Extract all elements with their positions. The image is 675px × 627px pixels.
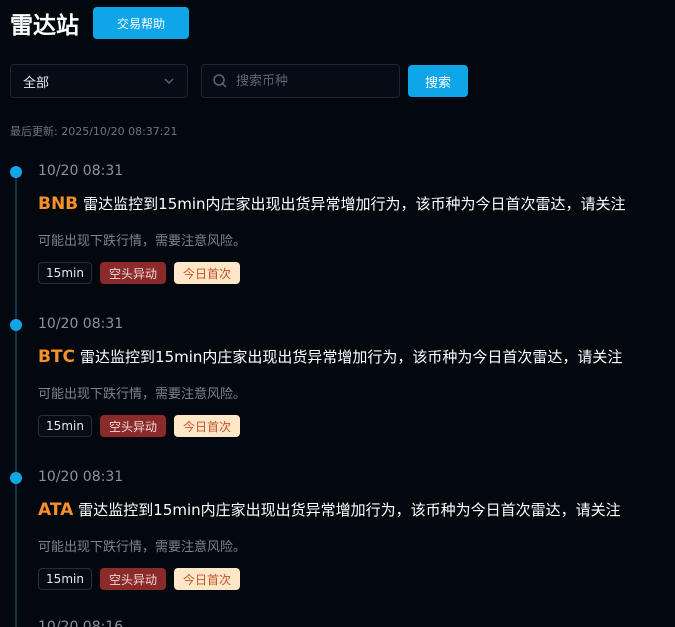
entry-risk-note: 可能出现下跌行情，需要注意风险。 <box>38 540 247 555</box>
first-today-tag: 今日首次 <box>174 262 240 284</box>
interval-tag: 15min <box>38 262 92 284</box>
coin-symbol[interactable]: BNB <box>38 194 78 214</box>
entry-message-line: ATA 雷达监控到15min内庄家出现出货异常增加行为，该币种为今日首次雷达，请关… <box>38 499 621 520</box>
page-title: 雷达站 <box>10 13 79 39</box>
search-input[interactable] <box>236 66 406 96</box>
search-button[interactable]: 搜索 <box>408 65 468 97</box>
entry-message: 雷达监控到15min内庄家出现出货异常增加行为，该币种为今日首次雷达，请关注 <box>78 501 621 519</box>
short-alert-tag: 空头异动 <box>100 415 166 437</box>
interval-tag: 15min <box>38 568 92 590</box>
timeline-dot <box>10 472 22 484</box>
entry-time: 10/20 08:31 <box>38 469 124 485</box>
header: 雷达站 交易帮助 <box>10 7 189 39</box>
entry-risk-note: 可能出现下跌行情，需要注意风险。 <box>38 234 247 249</box>
category-select-value: 全部 <box>23 75 50 91</box>
timeline-entry: 10/20 08:31 BNB 雷达监控到15min内庄家出现出货异常增加行为，该… <box>0 160 675 313</box>
entry-message-line: BNB 雷达监控到15min内庄家出现出货异常增加行为，该币种为今日首次雷达，请关… <box>38 193 626 214</box>
trade-help-button[interactable]: 交易帮助 <box>93 7 189 39</box>
last-updated-text: 最后更新: 2025/10/20 08:37:21 <box>10 125 178 138</box>
timeline-dot <box>10 319 22 331</box>
entry-message: 雷达监控到15min内庄家出现出货异常增加行为，该币种为今日首次雷达，请关注 <box>80 348 623 366</box>
short-alert-tag: 空头异动 <box>100 568 166 590</box>
coin-symbol[interactable]: ATA <box>38 500 73 520</box>
entry-tags: 15min 空头异动 今日首次 <box>38 262 248 284</box>
entry-risk-note: 可能出现下跌行情，需要注意风险。 <box>38 387 247 402</box>
entry-message-line: BTC 雷达监控到15min内庄家出现出货异常增加行为，该币种为今日首次雷达，请关… <box>38 346 622 367</box>
filter-bar: 全部 搜索 <box>10 63 468 99</box>
entry-time: 10/20 08:31 <box>38 316 124 332</box>
entry-time: 10/20 08:31 <box>38 163 124 179</box>
first-today-tag: 今日首次 <box>174 415 240 437</box>
short-alert-tag: 空头异动 <box>100 262 166 284</box>
interval-tag: 15min <box>38 415 92 437</box>
timeline-entry: 10/20 08:31 BTC 雷达监控到15min内庄家出现出货异常增加行为，该… <box>0 313 675 466</box>
timeline-dot <box>10 166 22 178</box>
radar-timeline: 10/20 08:31 BNB 雷达监控到15min内庄家出现出货异常增加行为，该… <box>0 160 675 627</box>
entry-tags: 15min 空头异动 今日首次 <box>38 415 248 437</box>
search-box[interactable] <box>201 64 406 98</box>
entry-tags: 15min 空头异动 今日首次 <box>38 568 248 590</box>
timeline-entry: 10/20 08:31 ATA 雷达监控到15min内庄家出现出货异常增加行为，该… <box>0 466 675 619</box>
search-icon <box>212 73 228 89</box>
entry-message: 雷达监控到15min内庄家出现出货异常增加行为，该币种为今日首次雷达，请关注 <box>83 195 626 213</box>
first-today-tag: 今日首次 <box>174 568 240 590</box>
category-select[interactable]: 全部 <box>10 64 188 98</box>
radar-page: 雷达站 交易帮助 全部 搜索 最后更新: 2025/10/20 08:37:21… <box>0 0 675 627</box>
chevron-down-icon <box>163 75 175 87</box>
coin-symbol[interactable]: BTC <box>38 347 75 367</box>
entry-time-partial: 10/20 08:16 <box>38 619 124 627</box>
